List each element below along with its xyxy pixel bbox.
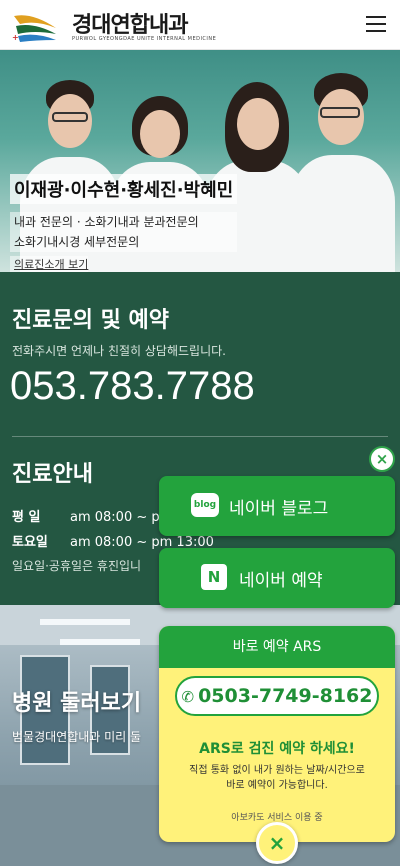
doctor-credentials: 내과 전문의 · 소화기내과 분과전문의 소화기내시경 세부전문의: [10, 212, 238, 252]
holiday-note: 일요일·공휴일은 휴진입니: [12, 559, 142, 573]
naver-reservation-button[interactable]: N 네이버 예약: [159, 548, 395, 608]
naver-blog-button[interactable]: blog 네이버 블로그: [159, 476, 395, 536]
hero-info: 이재광·이수현·황세진·박혜민 내과 전문의 · 소화기내과 분과전문의 소화기…: [10, 174, 238, 272]
quick-menu-close-button[interactable]: ×: [369, 446, 395, 472]
naver-blog-label: 네이버 블로그: [229, 499, 329, 519]
ars-close-button[interactable]: ×: [256, 822, 298, 864]
naver-icon: N: [201, 564, 227, 590]
blog-icon: blog: [191, 493, 219, 517]
contact-title: 진료문의 및 예약: [12, 308, 169, 333]
ars-description: 직접 통화 없이 내가 원하는 날짜/시간으로 바로 예약이 가능합니다.: [159, 763, 395, 793]
doctor-names: 이재광·이수현·황세진·박혜민: [10, 174, 238, 204]
logo-english: PURWOL GYEONGDAE UNITE INTERNAL MEDICINE: [72, 36, 217, 42]
tour-title: 병원 둘러보기: [12, 691, 142, 716]
hours-label: 평 일: [12, 510, 41, 525]
hours-weekday: 평 일 am 08:00 ~ p: [12, 506, 160, 525]
hamburger-menu-icon[interactable]: [366, 16, 386, 34]
ceiling-light: [60, 639, 140, 645]
ars-widget: 바로 예약 ARS ✆ 0503-7749-8162 ARS로 검진 예약 하세요…: [159, 626, 395, 842]
credential-line: 내과 전문의 · 소화기내과 분과전문의: [14, 215, 199, 229]
naver-reservation-label: 네이버 예약: [239, 571, 323, 591]
hours-title: 진료안내: [12, 462, 93, 487]
credential-line: 소화기내시경 세부전문의: [14, 235, 140, 249]
hero-banner: 이재광·이수현·황세진·박혜민 내과 전문의 · 소화기내과 분과전문의 소화기…: [0, 50, 400, 272]
ars-desc-line: 직접 통화 없이 내가 원하는 날짜/시간으로: [189, 765, 365, 776]
doctor-photo: [290, 67, 395, 272]
contact-phone[interactable]: 053.783.7788: [10, 364, 255, 409]
site-header: + 경대연합내과 PURWOL GYEONGDAE UNITE INTERNAL…: [0, 0, 400, 50]
logo-mark-icon: +: [12, 15, 56, 42]
ars-desc-line: 바로 예약이 가능합니다.: [226, 780, 328, 791]
ars-phone-button[interactable]: ✆ 0503-7749-8162: [175, 676, 379, 716]
ars-header: 바로 예약 ARS: [159, 626, 395, 668]
phone-icon: ✆: [181, 688, 195, 706]
logo[interactable]: + 경대연합내과 PURWOL GYEONGDAE UNITE INTERNAL…: [12, 6, 216, 44]
divider: [12, 436, 388, 437]
doctor-intro-link[interactable]: 의료진소개 보기: [10, 256, 89, 272]
contact-subtitle: 전화주시면 언제나 친절히 상담해드립니다.: [12, 344, 226, 358]
hours-time: am 08:00 ~ p: [70, 510, 160, 525]
ars-phone-number: 0503-7749-8162: [198, 685, 373, 707]
hours-label: 토요일: [12, 535, 48, 550]
ceiling-light: [40, 619, 130, 625]
logo-text: 경대연합내과: [72, 13, 188, 38]
tour-description: 범물경대연합내과 미리 둘: [12, 730, 142, 744]
ars-cta: ARS로 검진 예약 하세요!: [199, 741, 355, 757]
svg-text:+: +: [12, 33, 19, 42]
